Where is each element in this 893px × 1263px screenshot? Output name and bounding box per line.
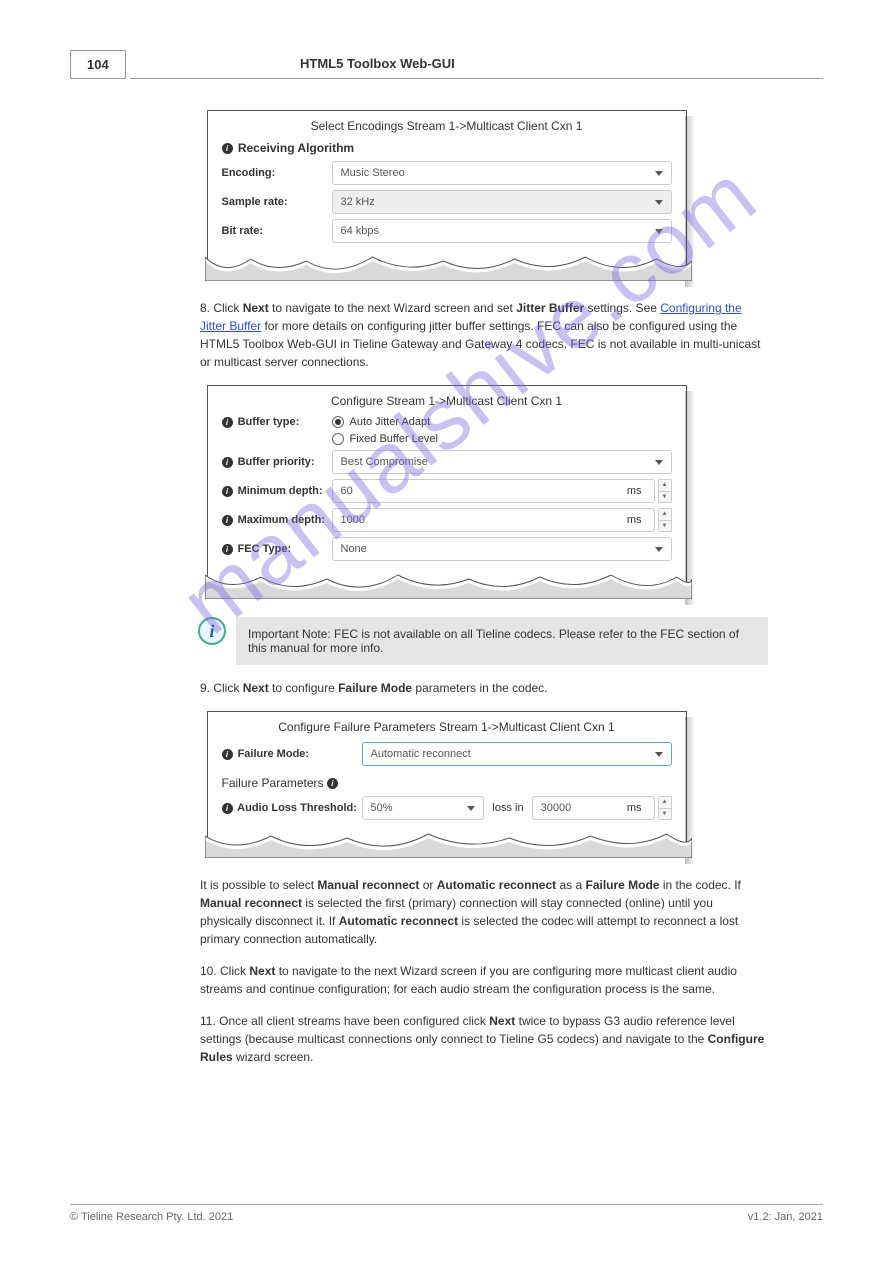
chevron-down-icon (655, 752, 663, 757)
audio-loss-label: i Audio Loss Threshold: (222, 802, 362, 814)
fec-type-select[interactable]: None (332, 537, 672, 561)
max-depth-value: 1000 (341, 514, 365, 526)
paragraph-5: 11. Once all client streams have been co… (70, 1012, 823, 1066)
panel1-title: Select Encodings Stream 1->Multicast Cli… (222, 119, 672, 133)
header-title: HTML5 Toolbox Web-GUI (300, 56, 455, 71)
paragraph-4: 10. Click Next to navigate to the next W… (70, 962, 823, 998)
important-note: i Important Note: FEC is not available o… (198, 617, 768, 665)
encoding-select[interactable]: Music Stereo (332, 161, 672, 185)
buffer-priority-select[interactable]: Best Compromise (332, 450, 672, 474)
audio-loss-pct-value: 50% (371, 802, 393, 814)
unit-ms: ms (627, 514, 642, 526)
sample-rate-label: Sample rate: (222, 196, 332, 208)
fec-type-label: i FEC Type: (222, 543, 332, 555)
failure-params-panel: Configure Failure Parameters Stream 1->M… (207, 711, 687, 856)
info-icon: i (222, 417, 233, 428)
max-depth-label: i Maximum depth: (222, 514, 332, 526)
footer-version: v1.2: Jan, 2021 (748, 1211, 823, 1223)
paragraph-1: 8. Click Next to navigate to the next Wi… (70, 299, 823, 371)
max-depth-stepper[interactable]: ▲▼ (658, 508, 672, 532)
encodings-panel: Select Encodings Stream 1->Multicast Cli… (207, 110, 687, 279)
radio-auto-jitter[interactable]: Auto Jitter Adapt (332, 416, 431, 428)
chevron-down-icon (655, 171, 663, 176)
sample-rate-value: 32 kHz (341, 196, 375, 208)
info-icon: i (198, 617, 226, 645)
encoding-label: Encoding: (222, 167, 332, 179)
min-depth-label: i Minimum depth: (222, 485, 332, 497)
paragraph-3: It is possible to select Manual reconnec… (70, 876, 823, 948)
page-number: 104 (70, 50, 126, 79)
chevron-down-icon (655, 229, 663, 234)
unit-ms: ms (627, 802, 642, 814)
chevron-down-icon (655, 547, 663, 552)
bit-rate-value: 64 kbps (341, 225, 380, 237)
radio-fixed-buffer[interactable]: Fixed Buffer Level (332, 433, 438, 445)
header-rule (130, 78, 823, 79)
info-icon: i (222, 486, 233, 497)
bit-rate-select[interactable]: 64 kbps (332, 219, 672, 243)
info-icon: i (327, 778, 338, 789)
chevron-down-icon (655, 460, 663, 465)
info-icon: i (222, 143, 233, 154)
footer-copyright: © Tieline Research Pty. Ltd. 2021 (70, 1211, 233, 1223)
sample-rate-select[interactable]: 32 kHz (332, 190, 672, 214)
max-depth-input[interactable]: 1000 ms (332, 508, 655, 532)
buffer-priority-label: i Buffer priority: (222, 456, 332, 468)
panel2-title: Configure Stream 1->Multicast Client Cxn… (222, 394, 672, 408)
note-text: Important Note: FEC is not available on … (236, 617, 768, 665)
min-depth-input[interactable]: 60 ms (332, 479, 655, 503)
buffer-priority-value: Best Compromise (341, 456, 428, 468)
buffer-type-label: i Buffer type: (222, 416, 332, 428)
loss-in-text: loss in (492, 802, 523, 814)
audio-loss-ms-input[interactable]: 30000 ms (532, 796, 655, 820)
audio-loss-stepper[interactable]: ▲▼ (658, 796, 672, 820)
panel3-title: Configure Failure Parameters Stream 1->M… (222, 720, 672, 734)
radio1-label: Auto Jitter Adapt (350, 416, 431, 428)
paragraph-2: 9. Click Next to configure Failure Mode … (70, 679, 823, 697)
configure-stream-panel: Configure Stream 1->Multicast Client Cxn… (207, 385, 687, 597)
encoding-value: Music Stereo (341, 167, 405, 179)
min-depth-value: 60 (341, 485, 353, 497)
failure-mode-select[interactable]: Automatic reconnect (362, 742, 672, 766)
info-icon: i (222, 803, 233, 814)
info-icon: i (222, 749, 233, 760)
audio-loss-pct-select[interactable]: 50% (362, 796, 485, 820)
failure-parameters-heading: Failure Parameters i (222, 776, 672, 790)
min-depth-stepper[interactable]: ▲▼ (658, 479, 672, 503)
radio2-label: Fixed Buffer Level (350, 433, 438, 445)
fec-type-value: None (341, 543, 367, 555)
audio-loss-ms-value: 30000 (541, 802, 572, 814)
info-icon: i (222, 544, 233, 555)
receiving-algorithm-label: Receiving Algorithm (238, 141, 354, 155)
bit-rate-label: Bit rate: (222, 225, 332, 237)
failure-mode-label: i Failure Mode: (222, 748, 362, 760)
info-icon: i (222, 515, 233, 526)
receiving-algorithm-heading: i Receiving Algorithm (222, 141, 672, 155)
info-icon: i (222, 457, 233, 468)
page-footer: © Tieline Research Pty. Ltd. 2021 v1.2: … (70, 1204, 823, 1223)
chevron-down-icon (467, 806, 475, 811)
chevron-down-icon (655, 200, 663, 205)
unit-ms: ms (627, 485, 642, 497)
failure-mode-value: Automatic reconnect (371, 748, 471, 760)
